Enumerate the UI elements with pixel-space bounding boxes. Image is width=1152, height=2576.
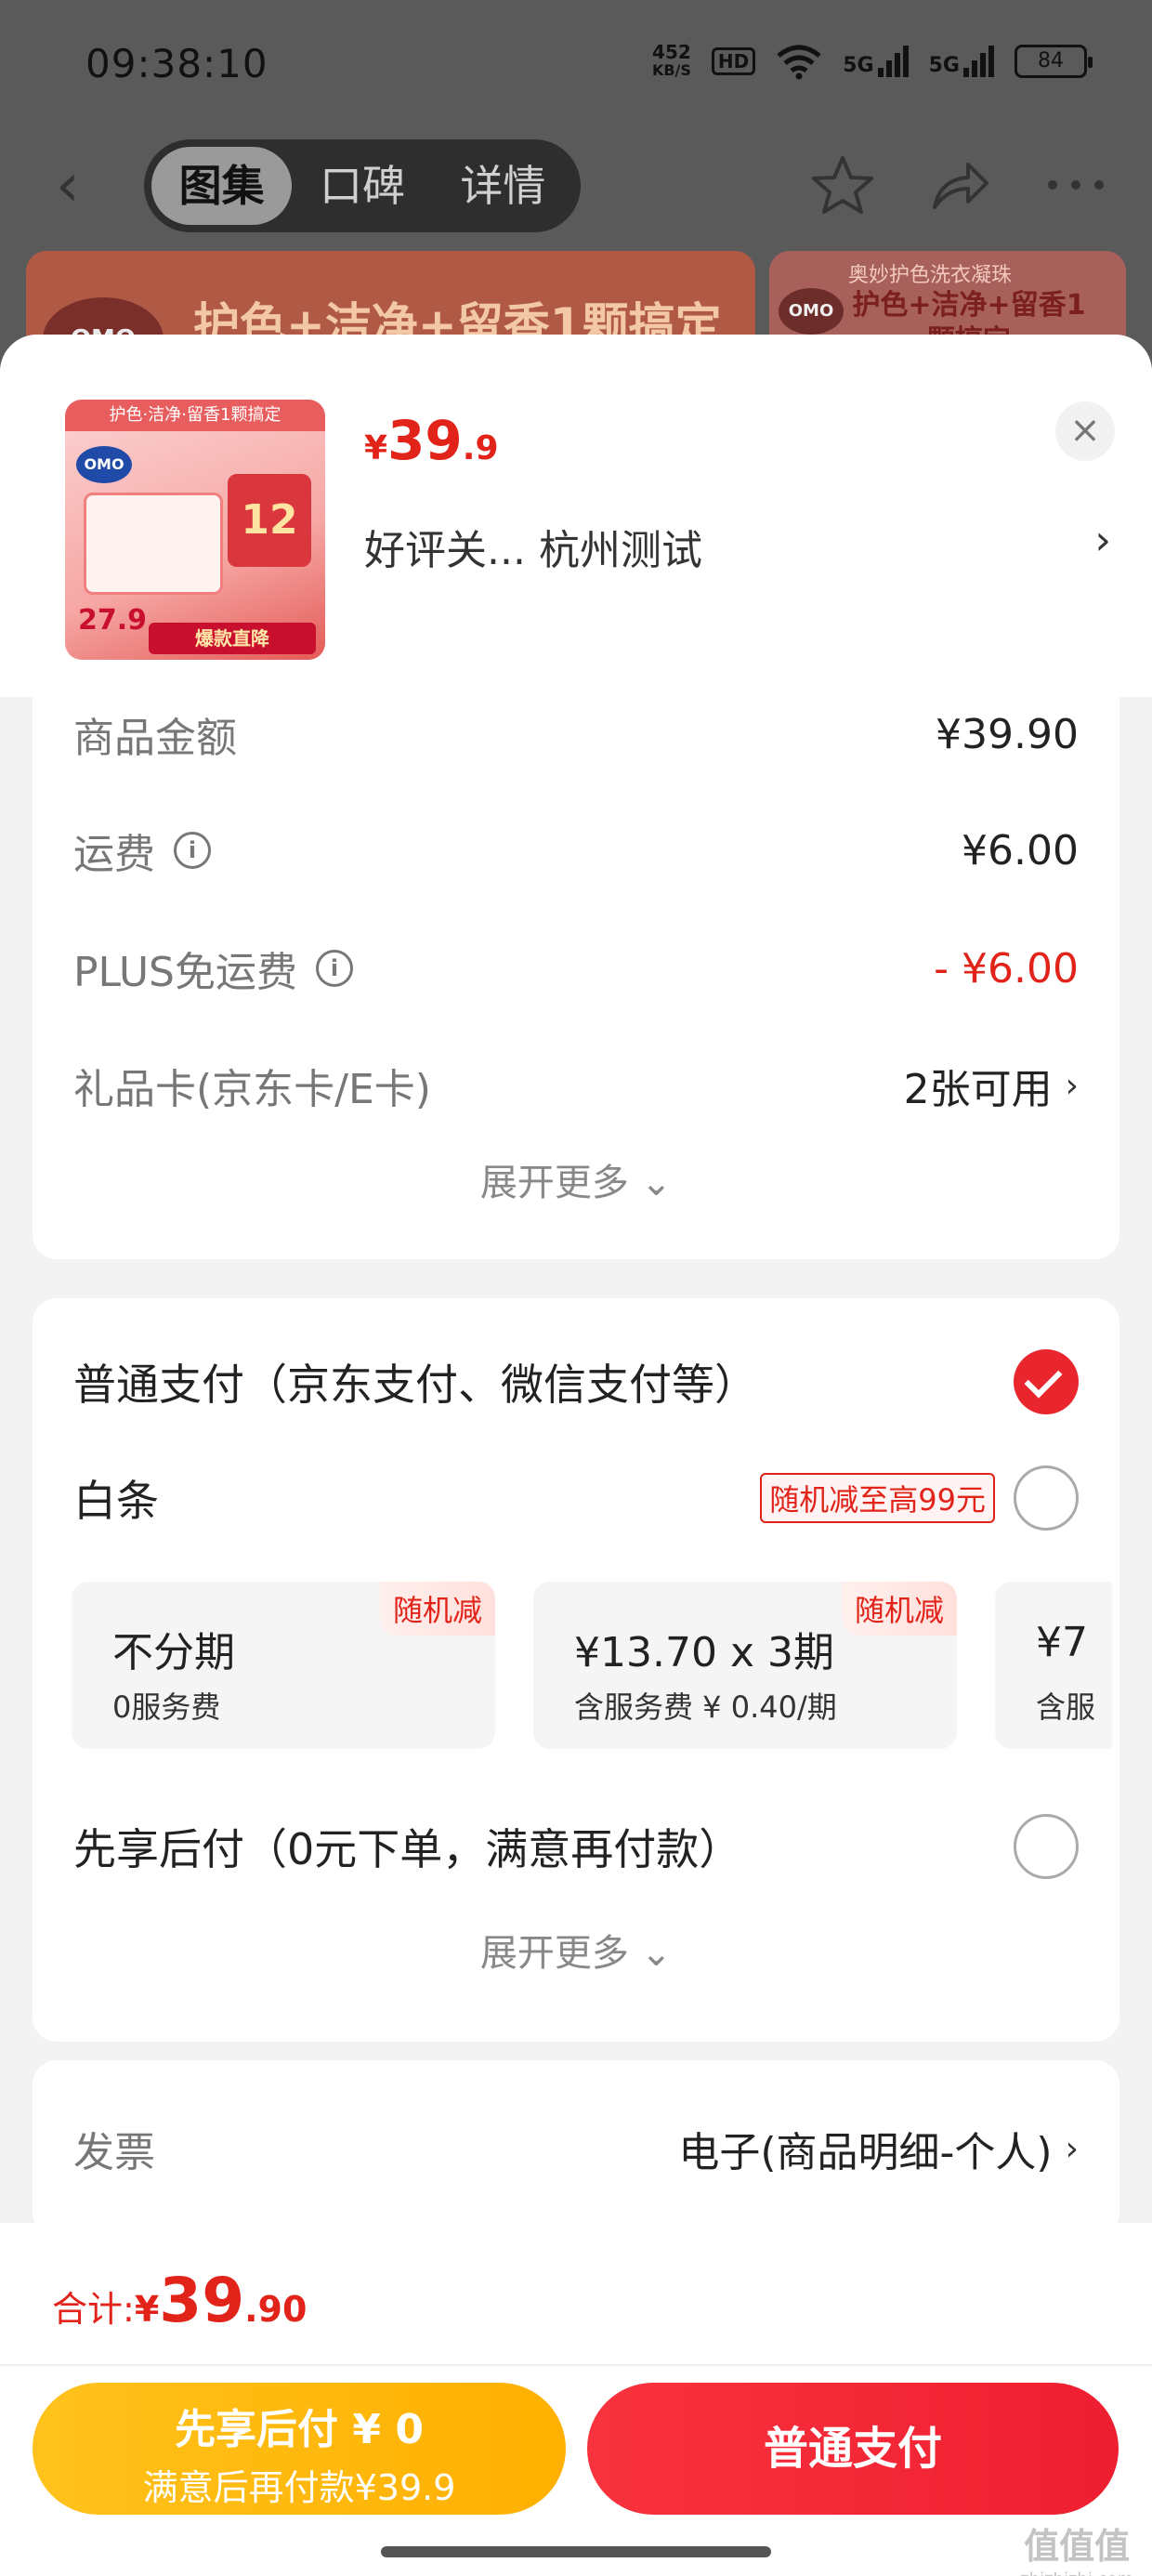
checkout-footer: 合计: ¥ 39 .90 先享后付 ¥ 0 满意后再付款¥39.9 普通支付 值… <box>0 2223 1152 2576</box>
invoice-value: 电子(商品明细-个人) <box>678 2129 1053 2176</box>
baitiao-promo-badge: 随机减至高99元 <box>760 1473 995 1523</box>
plan-fee: 含服务费 ¥ 0.40/期 <box>574 1689 837 1725</box>
plus-free-shipping-row: PLUS免运费 i - ¥6.00 <box>73 940 1079 997</box>
installment-plans: 随机减 不分期 0服务费 随机减 ¥13.70 x 3期 含服务费 ¥ 0.40… <box>72 1582 1112 1749</box>
invoice-card[interactable]: 发票 电子(商品明细-个人) › <box>33 2060 1119 2237</box>
invoice-row[interactable]: 发票 电子(商品明细-个人) › <box>73 2121 1079 2176</box>
plan-badge: 随机减 <box>841 1582 957 1636</box>
goods-amount-row: 商品金额 ¥39.90 <box>73 706 1079 763</box>
invoice-label: 发票 <box>73 2129 155 2176</box>
shipping-value: ¥6.00 <box>962 826 1079 874</box>
expand-more-fees[interactable]: 展开更多 ⌄ <box>33 1152 1119 1206</box>
chevron-right-icon: › <box>1065 1066 1079 1105</box>
network-speed: 452 KB/S <box>651 41 691 79</box>
plan-title: ¥13.70 x 3期 <box>574 1629 834 1676</box>
thumb-package <box>84 493 223 595</box>
payment-later-row[interactable]: 先享后付（0元下单，满意再付款） <box>73 1814 1079 1879</box>
plan-fee: 含服 <box>1036 1689 1096 1725</box>
plan-title: ¥7 <box>1036 1619 1088 1666</box>
thumb-price: 27.9 <box>78 604 148 637</box>
payment-baitiao-label: 白条 <box>73 1476 159 1526</box>
pay-later-subtitle: 满意后再付款¥39.9 <box>142 2467 456 2508</box>
product-name[interactable]: 好评关... 杭州测试 <box>364 517 702 576</box>
goods-amount-label: 商品金额 <box>73 715 237 762</box>
payment-method-card: 普通支付（京东支付、微信支付等） 白条 随机减至高99元 随机减 不分期 0服务… <box>33 1298 1119 2042</box>
share-icon[interactable] <box>931 159 990 211</box>
thumb-rebate-tag: 12 <box>228 474 311 567</box>
tab-segment: 图集 口碑 详情 <box>144 139 581 232</box>
installment-plan[interactable]: 随机减 不分期 0服务费 <box>72 1582 495 1749</box>
tab-gallery[interactable]: 图集 <box>151 147 293 225</box>
fee-summary-card: 商品金额 ¥39.90 运费 i ¥6.00 PLUS免运费 i - ¥6.00… <box>33 697 1119 1259</box>
watermark: 值值值 zhizhizhi.com <box>1020 2526 1133 2576</box>
banner-subtitle: 奥妙护色洗衣凝珠 <box>848 264 1013 287</box>
installment-plan[interactable]: ¥7 含服 <box>995 1582 1112 1749</box>
payment-later-label: 先享后付（0元下单，满意再付款） <box>73 1824 742 1874</box>
back-icon[interactable]: ‹ <box>56 156 80 216</box>
tab-details[interactable]: 详情 <box>433 147 573 225</box>
normal-pay-button[interactable]: 普通支付 <box>587 2383 1119 2515</box>
installment-plan[interactable]: 随机减 ¥13.70 x 3期 含服务费 ¥ 0.40/期 <box>533 1582 957 1749</box>
info-icon[interactable]: i <box>174 832 211 869</box>
product-thumbnail: 护色·洁净·留香1颗搞定 OMO 12 27.9 爆款直降 <box>65 400 325 660</box>
brand-logo-2: OMO <box>779 288 844 335</box>
pay-later-title: 先享后付 ¥ 0 <box>175 2406 424 2453</box>
status-time: 09:38:10 <box>85 41 268 86</box>
expand-more-payment[interactable]: 展开更多 ⌄ <box>33 1923 1119 1977</box>
payment-normal-label: 普通支付（京东支付、微信支付等） <box>73 1360 757 1410</box>
pay-later-button[interactable]: 先享后付 ¥ 0 满意后再付款¥39.9 <box>33 2383 566 2515</box>
divider <box>0 2364 1152 2366</box>
payment-later-radio[interactable] <box>1014 1814 1079 1879</box>
payment-baitiao-row[interactable]: 白条 随机减至高99元 <box>73 1465 1079 1531</box>
shipping-row: 运费 i ¥6.00 <box>73 822 1079 879</box>
gift-card-value: 2张可用 <box>903 1066 1053 1113</box>
payment-normal-row[interactable]: 普通支付（京东支付、微信支付等） <box>73 1349 1079 1414</box>
signal-5g-icon-2: 5G <box>929 46 994 77</box>
signal-5g-icon: 5G <box>843 46 909 77</box>
payment-baitiao-radio[interactable] <box>1014 1465 1079 1531</box>
wifi-icon <box>777 45 821 80</box>
plan-title: 不分期 <box>112 1629 235 1676</box>
order-total: 合计: ¥ 39 .90 <box>52 2265 308 2336</box>
product-price: ¥39.9 <box>364 409 499 472</box>
close-button[interactable]: × <box>1055 401 1115 461</box>
payment-normal-radio[interactable] <box>1014 1349 1079 1414</box>
background-page: 09:38:10 452 KB/S HD 5G 5G 84 ‹ 图集 口碑 详情… <box>0 0 1152 390</box>
status-indicators: 452 KB/S HD 5G 5G 84 <box>651 41 1093 80</box>
gift-card-row[interactable]: 礼品卡(京东卡/E卡) 2张可用 › <box>73 1058 1079 1113</box>
goods-amount-value: ¥39.90 <box>936 710 1079 758</box>
chevron-right-icon: › <box>1065 2129 1079 2168</box>
plus-free-shipping-label: PLUS免运费 <box>73 949 297 996</box>
more-icon[interactable] <box>1046 178 1106 191</box>
thumb-bottom-text: 爆款直降 <box>149 623 316 654</box>
tab-reviews[interactable]: 口碑 <box>292 147 432 225</box>
plan-fee: 0服务费 <box>112 1689 221 1725</box>
hd-icon: HD <box>711 47 756 75</box>
battery-icon: 84 <box>1015 45 1093 78</box>
star-icon[interactable] <box>810 154 875 216</box>
product-header: 护色·洁净·留香1颗搞定 OMO 12 27.9 爆款直降 ¥39.9 × 好评… <box>0 335 1152 697</box>
plus-discount-value: - ¥6.00 <box>934 944 1079 992</box>
plan-badge: 随机减 <box>379 1582 495 1636</box>
status-bar: 09:38:10 452 KB/S HD 5G 5G 84 <box>0 0 1152 139</box>
thumb-top-text: 护色·洁净·留香1颗搞定 <box>65 400 325 431</box>
info-icon[interactable]: i <box>316 950 353 987</box>
top-nav: ‹ 图集 口碑 详情 <box>0 139 1152 232</box>
nav-actions <box>810 154 1106 216</box>
gift-card-label: 礼品卡(京东卡/E卡) <box>73 1066 431 1113</box>
thumb-logo: OMO <box>76 446 132 483</box>
chevron-right-icon[interactable]: › <box>1094 517 1111 564</box>
shipping-label: 运费 <box>73 831 155 878</box>
home-indicator[interactable] <box>381 2546 771 2557</box>
